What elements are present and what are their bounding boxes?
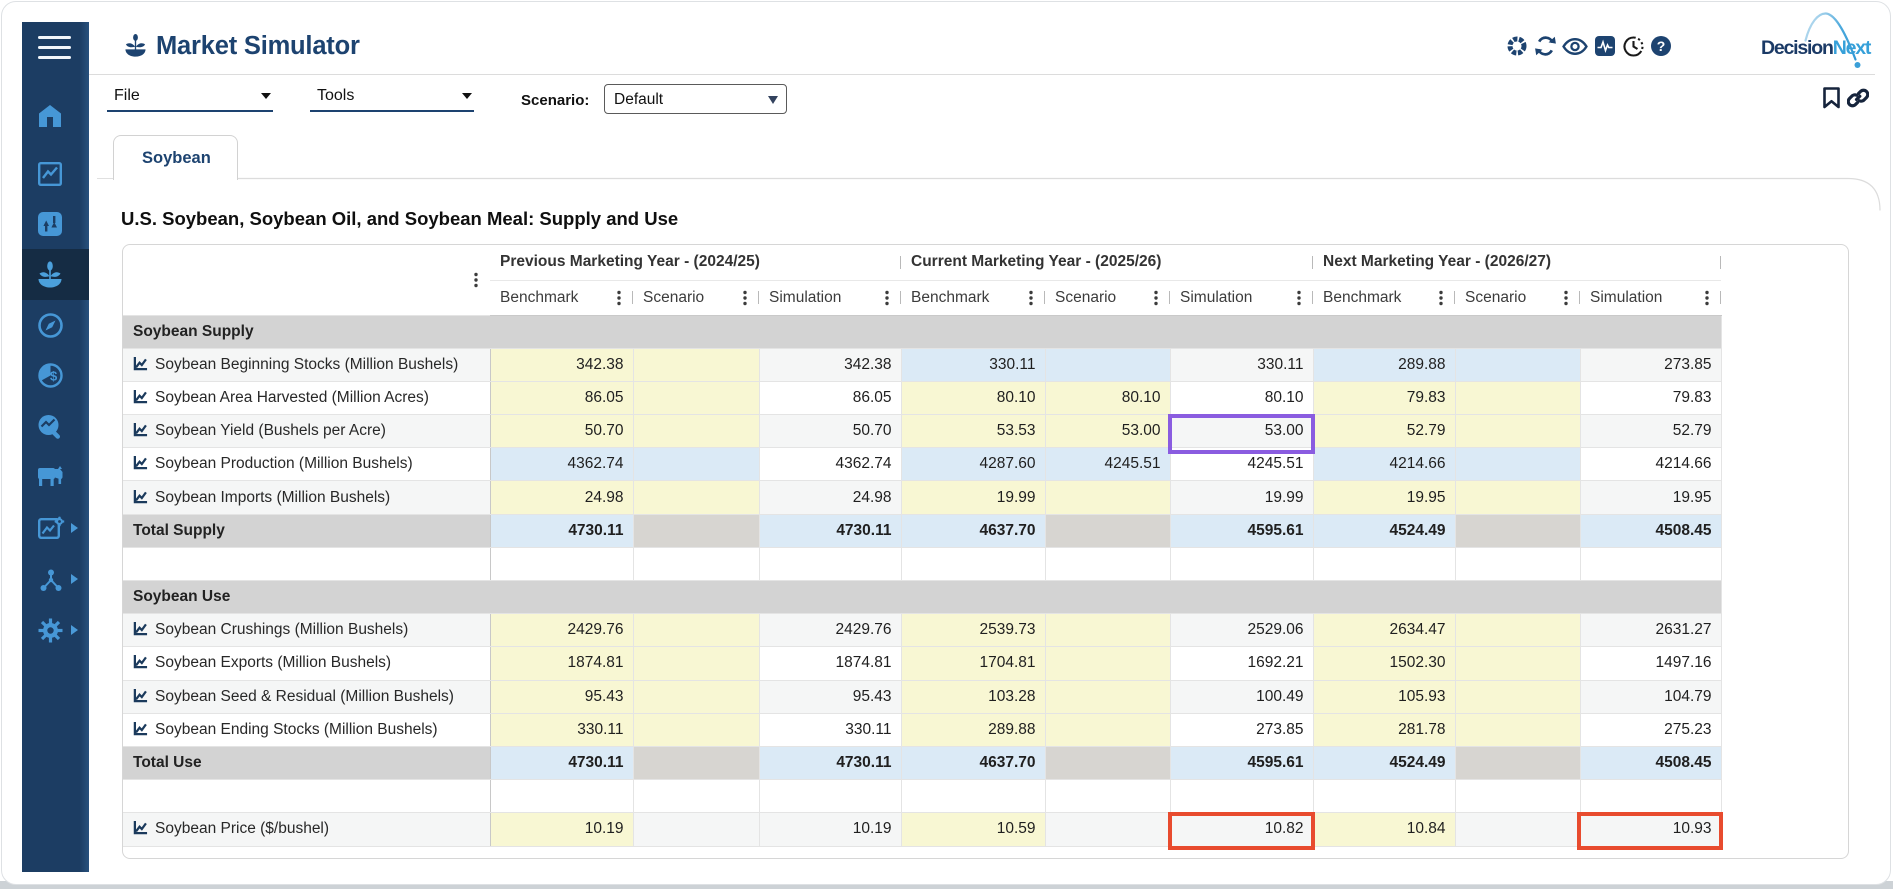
svg-text:?: ? (1657, 38, 1666, 54)
svg-text:$: $ (50, 369, 58, 384)
